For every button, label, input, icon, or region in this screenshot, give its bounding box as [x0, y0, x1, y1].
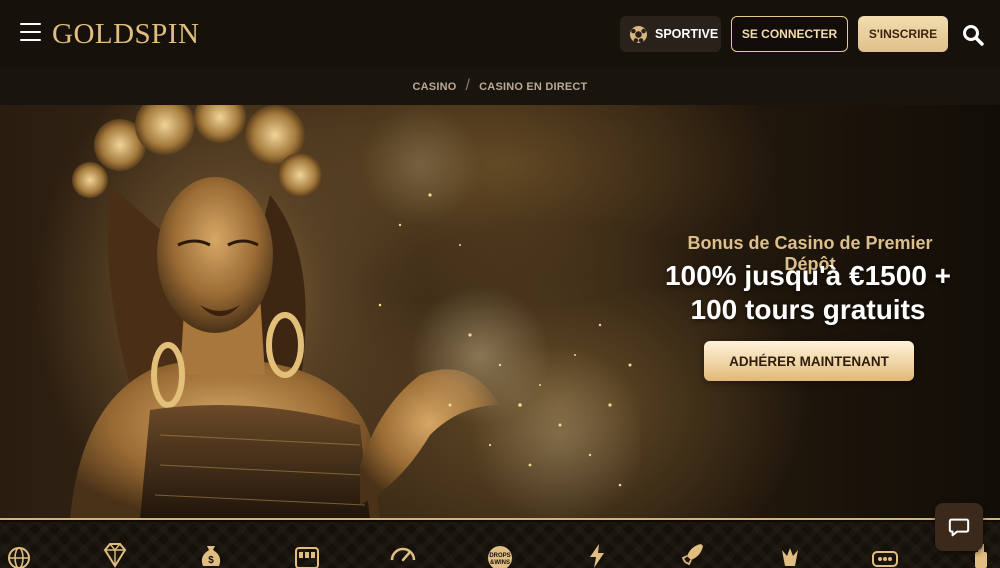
chat-bubble-icon — [948, 518, 970, 537]
svg-text:DROPS: DROPS — [489, 553, 510, 559]
svg-text:$: $ — [208, 555, 214, 566]
slot-machine-icon[interactable] — [293, 540, 321, 568]
keno-icon[interactable] — [871, 540, 899, 568]
soccer-ball-icon — [630, 25, 647, 43]
breadcrumb-item-live-casino[interactable]: CASINO EN DIRECT — [479, 81, 587, 93]
register-button[interactable]: S'INSCRIRE — [858, 16, 948, 52]
speedometer-icon[interactable] — [389, 540, 417, 568]
crown-cards-icon[interactable] — [776, 540, 804, 568]
lightning-icon[interactable] — [583, 540, 611, 568]
hero-headline-line1: 100% jusqu'à €1500 + — [664, 260, 952, 291]
breadcrumb: CASINO / CASINO EN DIRECT — [0, 68, 1000, 105]
sport-button-label: SPORTIVE — [655, 27, 719, 41]
hero-headline-line2: 100 tours gratuits — [690, 294, 926, 325]
diamond-icon[interactable] — [101, 540, 129, 568]
menu-icon[interactable] — [20, 23, 41, 41]
logo-text-left: GOLD — [52, 17, 135, 50]
join-now-button[interactable]: ADHÉRER MAINTENANT — [704, 341, 914, 381]
money-bag-icon[interactable]: $ — [197, 540, 225, 568]
top-header: GOLD SPIN SPORTIVE SE CONNECTER S'INSCRI… — [0, 0, 1000, 68]
hero-woman-image — [70, 105, 640, 518]
drops-wins-icon[interactable]: DROPS &WINS — [485, 540, 515, 568]
breadcrumb-item-casino[interactable]: CASINO — [413, 81, 457, 93]
page: GOLD SPIN SPORTIVE SE CONNECTER S'INSCRI… — [0, 0, 1000, 568]
sport-button[interactable]: SPORTIVE — [620, 16, 721, 52]
live-chat-button[interactable] — [935, 503, 983, 551]
goldspin-logo[interactable]: GOLD SPIN — [52, 17, 199, 51]
search-icon[interactable] — [961, 23, 985, 47]
breadcrumb-separator: / — [465, 76, 471, 94]
logo-text-right: SPIN — [134, 17, 200, 50]
category-strip: $ DROPS &WINS — [0, 522, 1000, 568]
login-button[interactable]: SE CONNECTER — [731, 16, 848, 52]
hero-banner[interactable]: Bonus de Casino de Premier Dépôt 100% ju… — [0, 105, 1000, 520]
hero-headline: 100% jusqu'à €1500 + 100 tours gratuits — [618, 259, 998, 327]
rocket-icon[interactable] — [679, 540, 707, 568]
globe-icon[interactable] — [5, 540, 33, 568]
svg-text:&WINS: &WINS — [490, 560, 510, 566]
